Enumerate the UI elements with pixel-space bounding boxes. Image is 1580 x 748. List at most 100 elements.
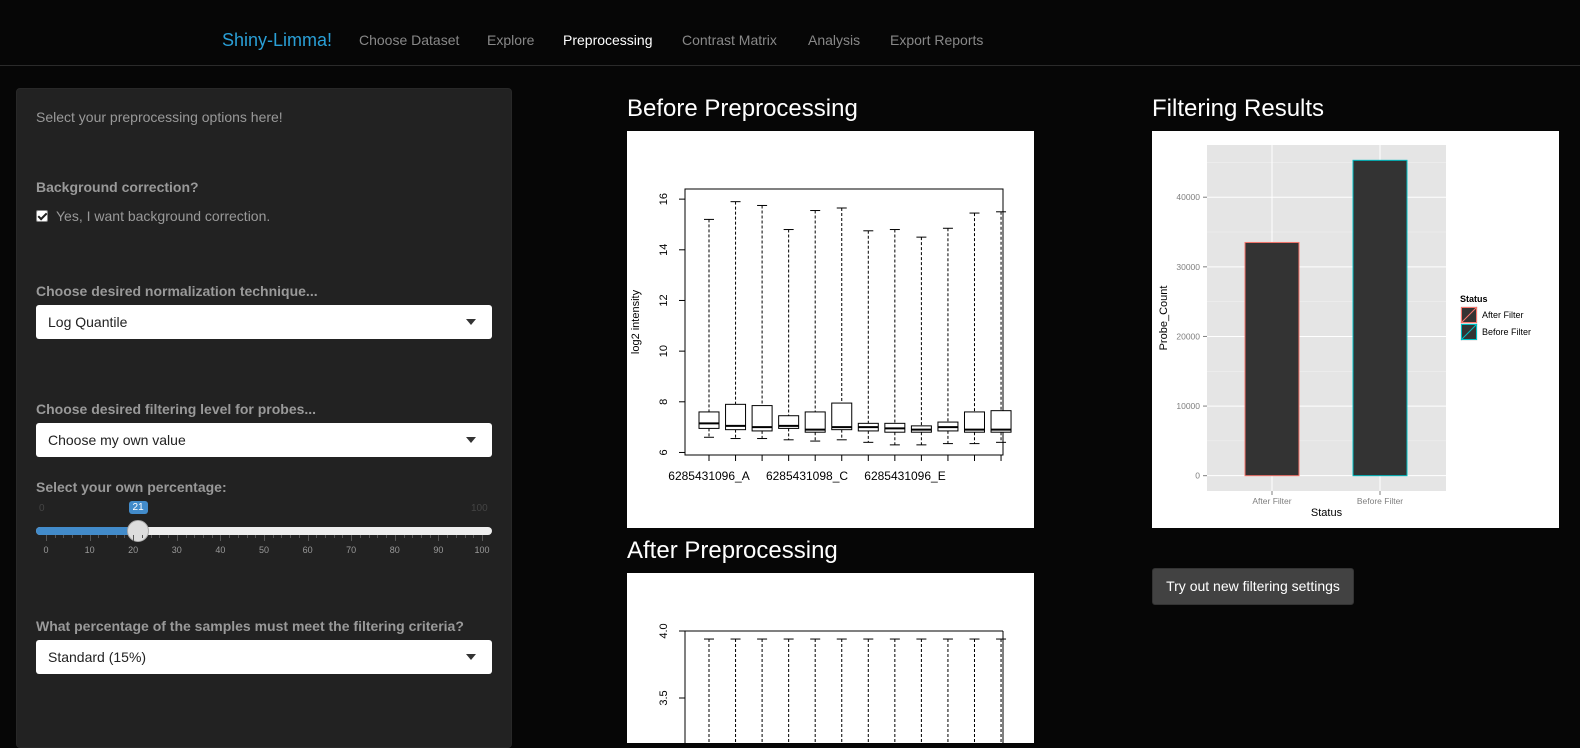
after-boxplot-svg: 3.5 4.0	[658, 623, 1007, 743]
slider-tick	[72, 535, 74, 538]
slider-tick-label: 20	[128, 545, 139, 555]
slider-tick	[80, 535, 82, 538]
filtering-select[interactable]: Choose my own value	[36, 423, 492, 457]
slider-tick	[168, 535, 170, 538]
slider-tick	[255, 535, 257, 538]
samples-select[interactable]: Standard (15%)	[36, 640, 492, 674]
slider-tick	[229, 535, 231, 538]
slider-tick	[150, 535, 152, 538]
tab-explore[interactable]: Explore	[487, 32, 534, 48]
slider-tick	[107, 535, 109, 538]
normalization-select-value: Log Quantile	[48, 314, 128, 330]
sidebar-intro: Select your preprocessing options here!	[36, 109, 283, 125]
y-tick-label: 20000	[1176, 331, 1200, 341]
slider-tick	[220, 535, 222, 541]
preprocessing-sidebar: Select your preprocessing options here! …	[16, 88, 512, 748]
tab-analysis[interactable]: Analysis	[808, 32, 860, 48]
slider-tick-label: 80	[389, 545, 400, 555]
slider-tick	[333, 535, 335, 538]
bar	[1244, 241, 1300, 477]
slider-tick	[325, 535, 327, 538]
slider-tick	[237, 535, 239, 538]
tab-export-reports[interactable]: Export Reports	[890, 32, 983, 48]
legend-title: Status	[1460, 294, 1488, 304]
tab-choose-dataset[interactable]: Choose Dataset	[359, 32, 459, 48]
slider-tick	[264, 535, 265, 541]
slider-tick-label: 50	[258, 545, 270, 555]
x-tick-label: 6285431098_C	[766, 469, 848, 483]
percentage-slider-track[interactable]	[36, 527, 492, 535]
y-tick-label: 6	[658, 449, 670, 455]
before-boxplot-svg: 6 8 10 12 14 16 log2 intensity 6285431096_A 6285…	[630, 188, 1012, 483]
y-tick-label: 16	[658, 193, 670, 205]
slider-tick	[429, 535, 431, 538]
brand-link[interactable]: Shiny-Limma!	[222, 30, 332, 51]
navbar: Shiny-Limma! Choose Dataset Explore Prep…	[0, 0, 1580, 66]
slider-tick-label: 10	[84, 545, 95, 555]
slider-tick-label: 60	[302, 545, 313, 555]
slider-tick	[447, 535, 449, 538]
slider-tick	[133, 535, 135, 541]
background-label: Background correction?	[36, 179, 199, 195]
bar	[1352, 159, 1408, 477]
chevron-down-icon	[466, 654, 476, 660]
slider-tick	[482, 535, 483, 541]
x-tick-label: After Filter	[1252, 496, 1291, 506]
slider-handle[interactable]	[126, 520, 149, 542]
legend-label: After Filter	[1482, 310, 1524, 320]
slider-tick	[63, 535, 65, 538]
try-new-filtering-button[interactable]: Try out new filtering settings	[1152, 568, 1354, 605]
chevron-down-icon	[466, 319, 476, 325]
slider-max-label: 100	[471, 503, 488, 514]
slider-tick	[316, 535, 318, 538]
slider-tick	[403, 535, 405, 538]
samples-label: What percentage of the samples must meet…	[36, 618, 464, 634]
slider-tick-label: 70	[346, 545, 357, 555]
slider-tick	[473, 535, 475, 538]
percentage-slider-fill	[36, 527, 138, 535]
after-preprocessing-title: After Preprocessing	[627, 537, 838, 564]
y-axis-label: log2 intensity	[630, 289, 642, 354]
tab-preprocessing[interactable]: Preprocessing	[563, 32, 653, 48]
legend-label: Before Filter	[1482, 327, 1531, 337]
slider-tick	[464, 535, 466, 538]
slider-tick	[359, 535, 361, 538]
slider-tick	[377, 535, 379, 538]
x-axis-label: Status	[1311, 507, 1343, 519]
filtering-results-plot: 0 10000 20000 30000 40000 After Filter Before …	[1152, 131, 1559, 528]
filtering-bar-svg: 0 10000 20000 30000 40000 After Filter Before …	[1158, 145, 1531, 519]
slider-tick-label: 100	[474, 545, 490, 555]
slider-tick	[176, 535, 178, 541]
slider-tick	[342, 535, 344, 538]
slider-tick	[307, 535, 309, 541]
x-tick-label: 6285431096_A	[668, 469, 749, 483]
tab-contrast-matrix[interactable]: Contrast Matrix	[682, 32, 777, 48]
slider-tick	[185, 535, 187, 538]
y-tick-label: 8	[658, 399, 670, 405]
background-checkbox[interactable]	[36, 210, 48, 222]
background-checkbox-label[interactable]: Yes, I want background correction.	[56, 208, 270, 224]
filtering-select-value: Choose my own value	[48, 432, 186, 448]
slider-value-bubble: 21	[128, 501, 148, 514]
slider-tick	[124, 535, 126, 538]
normalization-select[interactable]: Log Quantile	[36, 305, 492, 339]
before-preprocessing-title: Before Preprocessing	[627, 95, 858, 122]
normalization-label: Choose desired normalization technique..…	[36, 283, 318, 299]
slider-tick-label: 0	[43, 545, 49, 555]
slider-tick	[194, 535, 196, 538]
slider-tick	[438, 535, 440, 541]
x-tick-label: 6285431096_E	[864, 469, 945, 483]
box-body	[831, 402, 853, 431]
y-tick-label: 4.0	[658, 623, 670, 638]
y-tick-label: 10000	[1176, 401, 1200, 411]
chevron-down-icon	[466, 437, 476, 443]
slider-tick	[386, 535, 388, 538]
samples-select-value: Standard (15%)	[48, 649, 147, 665]
slider-tick-label: 90	[433, 545, 444, 555]
percentage-label: Select your own percentage:	[36, 479, 227, 495]
x-tick-label: Before Filter	[1357, 496, 1403, 506]
slider-tick	[351, 535, 353, 541]
y-tick-label: 14	[658, 244, 670, 256]
filtering-label: Choose desired filtering level for probe…	[36, 401, 317, 417]
slider-tick	[89, 535, 91, 541]
